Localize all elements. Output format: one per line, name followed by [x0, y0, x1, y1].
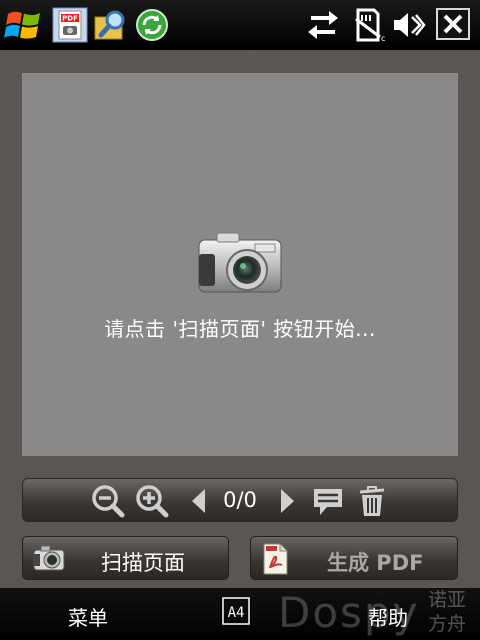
pdf-scanner-app-icon[interactable]: PDF	[52, 7, 88, 43]
zoom-out-icon	[92, 485, 125, 518]
close-icon	[443, 14, 463, 34]
next-page-button[interactable]	[271, 484, 305, 518]
svg-text:PDF: PDF	[62, 15, 78, 23]
zoom-out-button[interactable]	[91, 484, 125, 518]
page-counter: 0/0	[223, 488, 257, 512]
storage-card-icon[interactable]: c	[350, 7, 386, 43]
chevron-left-icon	[192, 489, 205, 513]
watermark-cn-line1: 诺亚	[428, 589, 467, 611]
volume-muted-icon[interactable]	[390, 7, 426, 43]
generate-pdf-button[interactable]: 生成 PDF	[250, 536, 458, 580]
camera-icon	[195, 230, 285, 302]
comment-button[interactable]	[311, 484, 345, 518]
watermark-cn-text: 诺亚 方舟	[428, 588, 476, 636]
file-search-icon[interactable]	[92, 7, 128, 43]
windows-start-icon[interactable]	[2, 4, 46, 46]
page-toolbar: 0/0	[22, 478, 458, 522]
scan-preview-area[interactable]: 请点击 '扫描页面' 按钮开始...	[22, 73, 458, 456]
generate-pdf-label: 生成 PDF	[327, 551, 424, 575]
svg-text:c: c	[381, 34, 385, 43]
status-bar: PDF c	[0, 0, 480, 50]
sync-icon[interactable]	[134, 7, 170, 43]
connectivity-arrows-icon[interactable]	[305, 7, 341, 43]
soft-key-bar: 菜单 A4 Dospy 诺亚 方舟 帮助	[0, 588, 480, 640]
camera-icon	[33, 543, 65, 577]
scan-page-label: 扫描页面	[101, 551, 185, 575]
pdf-document-icon	[261, 543, 289, 579]
zoom-in-button[interactable]	[135, 484, 169, 518]
watermark-cn-line2: 方舟	[428, 613, 467, 635]
help-softkey[interactable]: 帮助	[368, 602, 408, 631]
scan-hint-text: 请点击 '扫描页面' 按钮开始...	[104, 317, 376, 341]
delete-button[interactable]	[355, 484, 389, 518]
comment-icon	[314, 489, 342, 515]
previous-page-button[interactable]	[183, 484, 217, 518]
trash-icon	[359, 486, 385, 516]
close-button[interactable]	[436, 8, 470, 40]
input-mode-text: A4	[228, 605, 245, 621]
zoom-in-icon	[136, 485, 169, 518]
menu-softkey[interactable]: 菜单	[68, 602, 108, 631]
chevron-right-icon	[281, 489, 294, 513]
scan-page-button[interactable]: 扫描页面	[22, 536, 229, 580]
input-mode-indicator[interactable]: A4	[222, 597, 250, 625]
